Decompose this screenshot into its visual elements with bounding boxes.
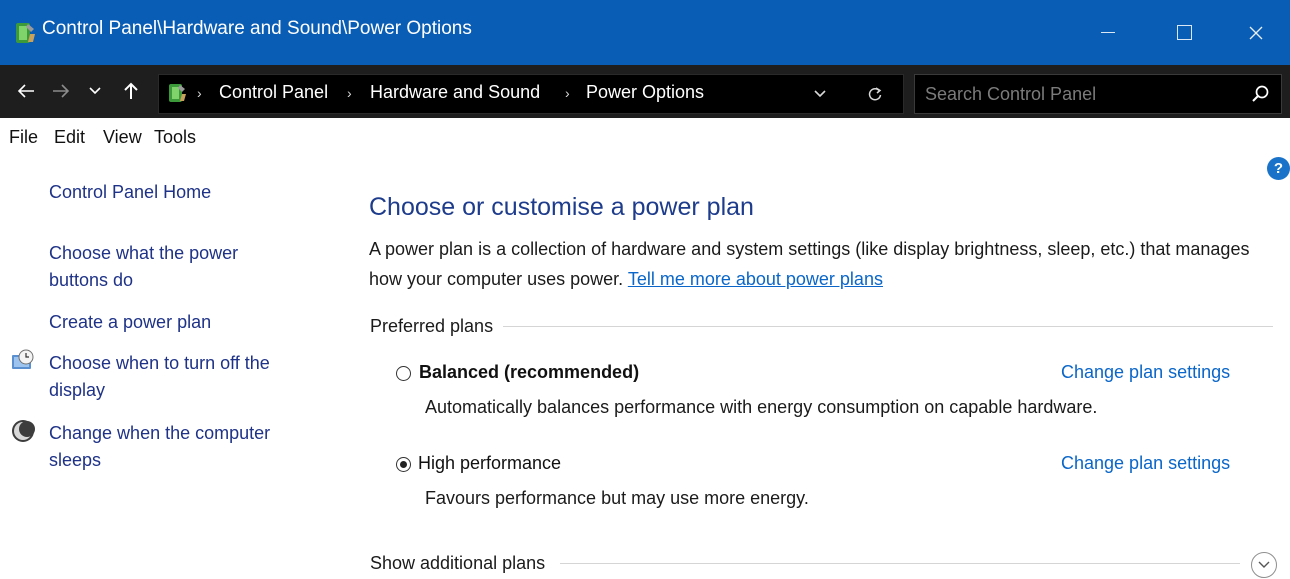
menu-tools[interactable]: Tools — [154, 127, 196, 148]
search-input[interactable] — [925, 75, 1235, 113]
minimize-icon — [1101, 32, 1115, 33]
refresh-icon — [868, 87, 882, 101]
sidebar-item-label: Change when the computer — [49, 423, 271, 443]
refresh-button[interactable] — [857, 82, 893, 106]
plan-name-balanced[interactable]: Balanced (recommended) — [419, 362, 639, 383]
title-bar: Control Panel\Hardware and Sound\Power O… — [0, 0, 1290, 65]
group-divider — [500, 326, 1273, 327]
window-title: Control Panel\Hardware and Sound\Power O… — [42, 18, 472, 39]
maximize-icon — [1176, 25, 1192, 40]
menu-file[interactable]: File — [9, 127, 38, 148]
sidebar-item-label: buttons do — [49, 270, 134, 290]
plan-name-high-performance[interactable]: High performance — [418, 453, 561, 474]
breadcrumb-separator-icon[interactable]: › — [197, 85, 202, 101]
menu-view[interactable]: View — [103, 127, 142, 148]
radio-balanced[interactable] — [396, 366, 411, 381]
breadcrumb-hardware-and-sound[interactable]: Hardware and Sound — [370, 82, 540, 103]
intro-paragraph: A power plan is a collection of hardware… — [369, 234, 1259, 294]
menu-bar: File Edit View Tools — [0, 118, 1290, 156]
show-additional-plans-header[interactable]: Show additional plans — [370, 553, 556, 574]
back-button[interactable] — [8, 73, 44, 109]
change-plan-settings-balanced-link[interactable]: Change plan settings — [1061, 362, 1230, 383]
recent-locations-button[interactable] — [80, 73, 110, 109]
page-title: Choose or customise a power plan — [369, 193, 754, 221]
sidebar-item-label: sleeps — [49, 450, 102, 470]
search-box[interactable] — [914, 74, 1282, 114]
minimize-button[interactable] — [1070, 0, 1146, 65]
chevron-down-icon — [1258, 561, 1270, 568]
sidebar-item-control-panel-home[interactable]: Control Panel Home — [49, 179, 211, 206]
expand-additional-plans-button[interactable] — [1251, 552, 1277, 578]
forward-arrow-icon — [53, 84, 70, 98]
sidebar-item-computer-sleeps[interactable]: Change when the computer sleeps — [49, 420, 270, 474]
sidebar-item-power-buttons[interactable]: Choose what the power buttons do — [49, 240, 238, 294]
sidebar-item-label: Choose when to turn off the — [49, 353, 270, 373]
close-button[interactable] — [1222, 0, 1290, 65]
forward-button[interactable] — [44, 73, 78, 109]
breadcrumb-separator-icon[interactable]: › — [347, 85, 352, 101]
sidebar-item-turn-off-display[interactable]: Choose when to turn off the display — [49, 350, 270, 404]
chevron-down-icon — [89, 87, 101, 95]
breadcrumb-separator-icon[interactable]: › — [565, 85, 570, 101]
control-panel-power-icon — [16, 23, 35, 43]
sidebar-item-label: display — [49, 380, 106, 400]
group-divider — [560, 563, 1240, 564]
back-arrow-icon — [17, 84, 34, 98]
plan-description-high-performance: Favours performance but may use more ene… — [425, 488, 809, 508]
radio-high-performance[interactable] — [396, 457, 411, 472]
radio-selected-dot — [400, 461, 407, 468]
address-field[interactable]: › Control Panel › Hardware and Sound › P… — [158, 74, 904, 114]
chevron-down-icon — [814, 90, 826, 98]
menu-edit[interactable]: Edit — [54, 127, 85, 148]
help-icon[interactable]: ? — [1267, 157, 1290, 180]
address-history-button[interactable] — [805, 82, 835, 106]
sidebar-item-create-plan[interactable]: Create a power plan — [49, 309, 211, 336]
display-clock-icon — [12, 349, 34, 369]
sidebar-item-label: Choose what the power — [49, 243, 239, 263]
preferred-plans-header: Preferred plans — [370, 316, 504, 337]
sidebar-item-label: Create a power plan — [49, 312, 212, 332]
search-icon[interactable] — [1249, 83, 1271, 105]
change-plan-settings-high-performance-link[interactable]: Change plan settings — [1061, 453, 1230, 474]
breadcrumb-control-panel[interactable]: Control Panel — [219, 82, 328, 103]
moon-sleep-icon — [12, 420, 35, 442]
close-icon — [1249, 26, 1263, 39]
plan-description-balanced: Automatically balances performance with … — [425, 397, 1098, 417]
control-panel-power-icon — [169, 84, 186, 102]
power-plans-help-link[interactable]: Tell me more about power plans — [628, 269, 883, 289]
address-bar: › Control Panel › Hardware and Sound › P… — [0, 65, 1290, 118]
up-button[interactable] — [114, 73, 148, 109]
breadcrumb-power-options[interactable]: Power Options — [586, 82, 704, 103]
up-arrow-icon — [124, 82, 138, 99]
maximize-button[interactable] — [1146, 0, 1222, 65]
